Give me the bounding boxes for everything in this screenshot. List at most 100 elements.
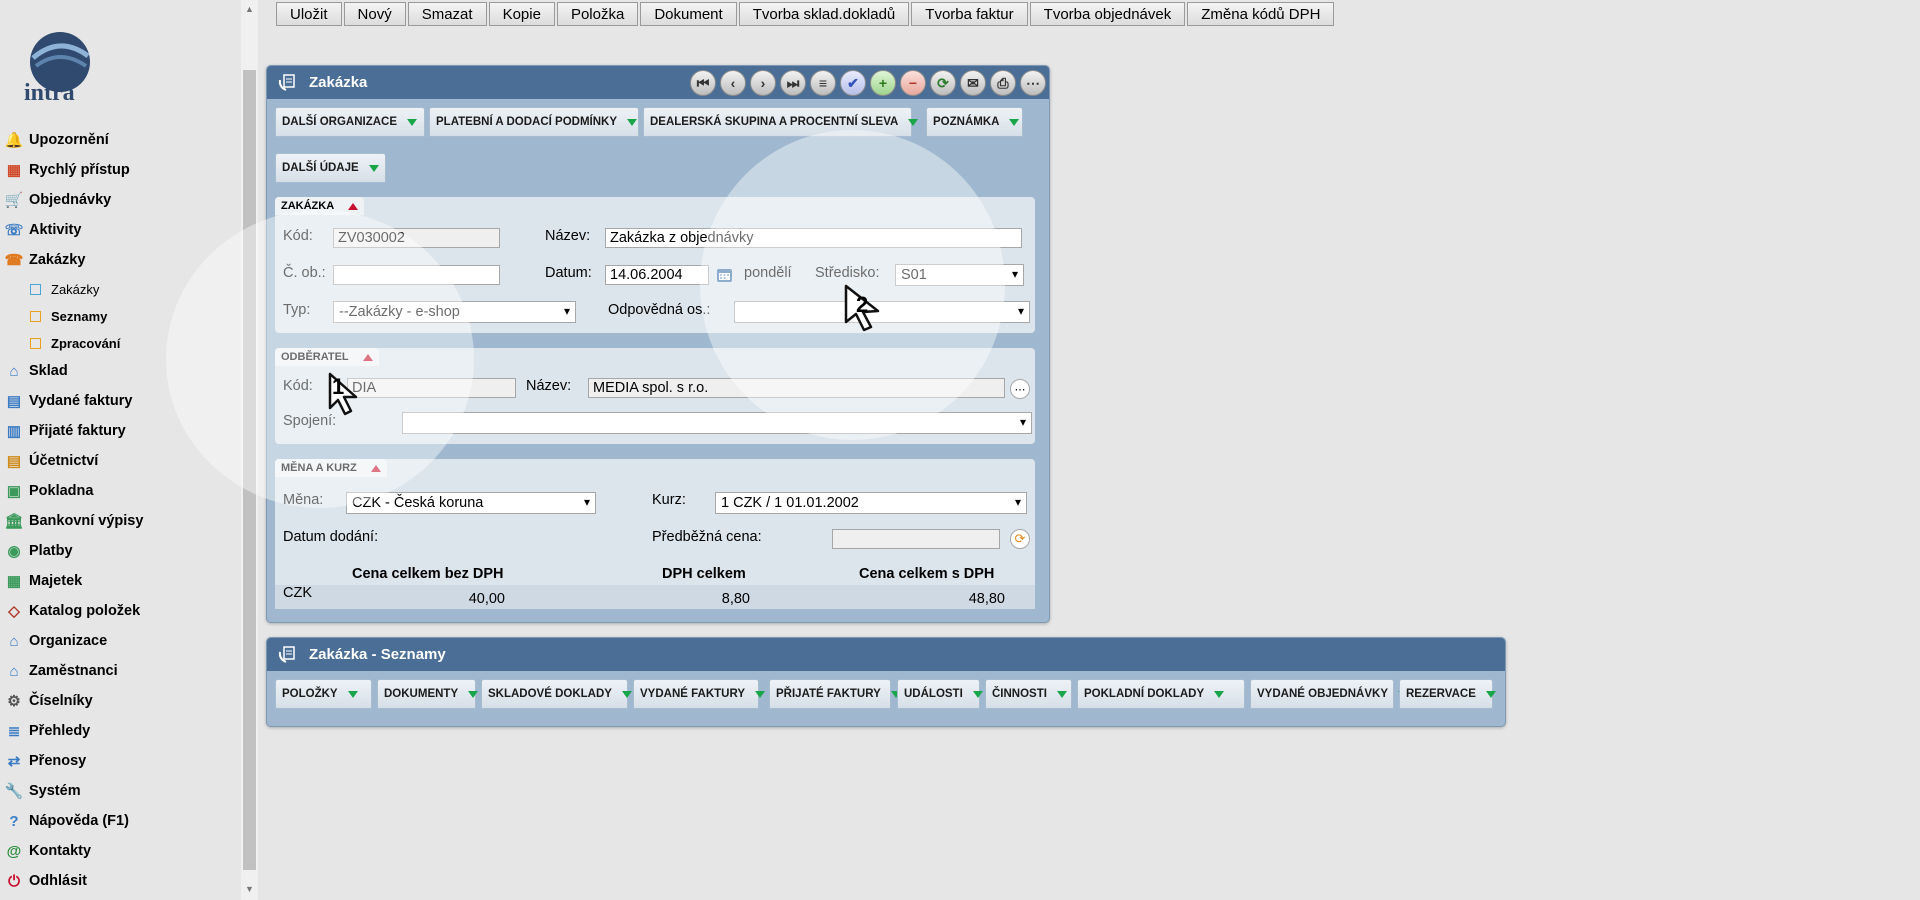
email-button[interactable]: ✉ <box>960 70 986 96</box>
list-tab-8[interactable]: POKLADNÍ DOKLADY <box>1077 679 1245 709</box>
dropdown-arrow-icon <box>755 690 765 698</box>
list-tab-6[interactable]: UDÁLOSTI <box>897 679 983 709</box>
sidebar-item-label: Katalog položek <box>29 603 141 619</box>
sidebar-subitem-1[interactable]: Zakázky <box>30 277 99 301</box>
sidebar-item-1[interactable]: 🔔 Upozornění <box>4 126 109 154</box>
odberatel-kod-field[interactable]: DIA <box>347 378 516 398</box>
list-tab-1[interactable]: POLOŽKY <box>275 679 372 709</box>
tab-platebni-podminky[interactable]: PLATEBNÍ A DODACÍ PODMÍNKY <box>429 107 639 137</box>
sidebar-item-13[interactable]: ▦ Majetek <box>4 567 82 595</box>
sidebar-item-23[interactable]: ⏻ Odhlásit <box>4 867 87 895</box>
toolbar-button-1[interactable]: Uložit <box>276 2 342 26</box>
sidebar-scrollbar[interactable]: ▲ ▼ <box>241 0 258 900</box>
sidebar-item-18[interactable]: ≣ Přehledy <box>4 717 91 745</box>
toolbar-button-2[interactable]: Nový <box>343 2 406 26</box>
sidebar-item-3[interactable]: 🛒 Objednávky <box>4 186 112 214</box>
sidebar-item-19[interactable]: ⇄ Přenosy <box>4 747 87 775</box>
odberatel-nazev-field[interactable]: MEDIA spol. s r.o. <box>588 378 1005 398</box>
sidebar-item-17[interactable]: ⚙ Číselníky <box>4 687 92 715</box>
tab-poznamka[interactable]: POZNÁMKA <box>926 107 1023 137</box>
sidebar-item-label: Zakázky <box>29 252 86 268</box>
sidebar-subitem-2[interactable]: Seznamy <box>30 304 107 328</box>
sidebar-subitem-3[interactable]: Zpracování <box>30 331 120 355</box>
datum-dodani-label: Datum dodání: <box>283 529 379 545</box>
chevron-down-icon: ▾ <box>1017 304 1024 318</box>
scroll-down-arrow[interactable]: ▼ <box>245 884 254 894</box>
odberatel-lookup-button[interactable]: ⋯ <box>1010 379 1030 399</box>
section-zakazka-title[interactable]: ZAKÁZKA <box>275 197 365 215</box>
add-record-button[interactable]: + <box>870 70 896 96</box>
section-mena-title[interactable]: MĚNA A KURZ <box>275 459 387 477</box>
section-odberatel-title[interactable]: ODBĚRATEL <box>275 348 379 366</box>
nazev-field[interactable]: Zakázka z objednávky <box>605 228 1022 248</box>
sidebar-item-15[interactable]: ⌂ Organizace <box>4 627 107 655</box>
total-header-dph: DPH celkem <box>662 566 746 582</box>
sidebar-item-12[interactable]: ◉ Platby <box>4 537 72 565</box>
recalculate-icon[interactable]: ⟳ <box>1010 529 1030 549</box>
remove-record-button[interactable]: − <box>900 70 926 96</box>
sidebar-item-2[interactable]: ▦ Rychlý přístup <box>4 156 130 184</box>
toolbar-button-9[interactable]: Tvorba objednávek <box>1029 2 1186 26</box>
mena-select[interactable]: CZK - Česká koruna ▾ <box>346 492 596 514</box>
tab-dalsi-organizace[interactable]: DALŠÍ ORGANIZACE <box>275 107 425 137</box>
sidebar-item-4[interactable]: ☏ Aktivity <box>4 216 82 244</box>
tab-dealerska-skupina[interactable]: DEALERSKÁ SKUPINA A PROCENTNÍ SLEVA <box>643 107 919 137</box>
sidebar-item-5[interactable]: ☎ Zakázky <box>4 246 86 274</box>
kurz-select[interactable]: 1 CZK / 1 01.01.2002 ▾ <box>715 492 1027 514</box>
list-tab-label: VYDANÉ OBJEDNÁVKY <box>1257 688 1388 700</box>
toolbar-button-5[interactable]: Položka <box>556 2 639 26</box>
dropdown-arrow-icon <box>407 118 417 126</box>
toolbar-button-6[interactable]: Dokument <box>640 2 737 26</box>
stredisko-select[interactable]: S01 ▾ <box>895 264 1024 286</box>
sidebar-item-21[interactable]: ? Nápověda (F1) <box>4 807 129 835</box>
print-button[interactable]: ⎙ <box>990 70 1016 96</box>
sidebar-item-6[interactable]: ⌂ Sklad <box>4 357 67 385</box>
spojeni-select[interactable]: ▾ <box>402 412 1032 434</box>
list-tab-5[interactable]: PŘIJATÉ FAKTURY <box>769 679 901 709</box>
scrollbar-thumb[interactable] <box>243 70 256 870</box>
list-tab-2[interactable]: DOKUMENTY <box>377 679 479 709</box>
sidebar-item-8[interactable]: ▥ Přijaté faktury <box>4 417 126 445</box>
predbezna-cena-field[interactable] <box>832 529 1000 549</box>
toolbar-button-10[interactable]: Změna kódů DPH <box>1187 2 1335 26</box>
first-record-button[interactable]: ⏮ <box>690 70 716 96</box>
sidebar-item-11[interactable]: 🏛 Bankovní výpisy <box>4 507 143 535</box>
list-tab-7[interactable]: ČINNOSTI <box>985 679 1072 709</box>
list-tab-10[interactable]: REZERVACE <box>1399 679 1496 709</box>
sidebar-item-14[interactable]: ◇ Katalog položek <box>4 597 140 625</box>
list-tab-4[interactable]: VYDANÉ FAKTURY <box>633 679 765 709</box>
typ-select[interactable]: --Zakázky - e-shop ▾ <box>333 301 576 323</box>
more-options-button[interactable]: ⋯ <box>1020 70 1046 96</box>
sidebar-item-16[interactable]: ⌂ Zaměstnanci <box>4 657 117 685</box>
list-tab-3[interactable]: SKLADOVÉ DOKLADY <box>481 679 632 709</box>
sidebar-item-7[interactable]: ▤ Vydané faktury <box>4 387 133 415</box>
cislo-objednavky-field[interactable] <box>333 265 500 285</box>
odberatel-kod-label: Kód: <box>283 378 313 394</box>
last-record-button[interactable]: ⏭ <box>780 70 806 96</box>
prev-record-button[interactable]: ‹ <box>720 70 746 96</box>
toolbar-button-7[interactable]: Tvorba sklad.dokladů <box>738 2 910 26</box>
toolbar-button-3[interactable]: Smazat <box>407 2 487 26</box>
sidebar-item-22[interactable]: @ Kontakty <box>4 837 91 865</box>
toolbar-button-4[interactable]: Kopie <box>488 2 555 26</box>
kod-field[interactable]: ZV030002 <box>333 228 500 248</box>
list-view-button[interactable]: ≡ <box>810 70 836 96</box>
refresh-button[interactable]: ⟳ <box>930 70 956 96</box>
list-tab-9[interactable]: VYDANÉ OBJEDNÁVKY <box>1250 679 1408 709</box>
tab-dalsi-udaje[interactable]: DALŠÍ ÚDAJE <box>275 153 386 183</box>
next-record-button[interactable]: › <box>750 70 776 96</box>
sidebar-item-9[interactable]: ▤ Účetnictví <box>4 447 98 475</box>
phone-doc-icon <box>277 73 297 93</box>
dropdown-arrow-icon <box>621 690 632 698</box>
sidebar-item-10[interactable]: ▣ Pokladna <box>4 477 94 505</box>
toolbar-button-8[interactable]: Tvorba faktur <box>911 2 1028 26</box>
scroll-up-arrow[interactable]: ▲ <box>245 4 254 14</box>
nazev-label: Název: <box>545 228 591 244</box>
intra-logo[interactable]: intra <box>18 30 103 106</box>
confirm-button[interactable]: ✔ <box>840 70 866 96</box>
sidebar-item-20[interactable]: 🔧 Systém <box>4 777 81 805</box>
sidebar-item-label: Aktivity <box>29 222 82 238</box>
calendar-icon[interactable] <box>716 266 733 286</box>
datum-field[interactable]: 14.06.2004 <box>605 265 709 285</box>
odpovedna-osoba-select[interactable]: ▾ <box>734 301 1030 323</box>
